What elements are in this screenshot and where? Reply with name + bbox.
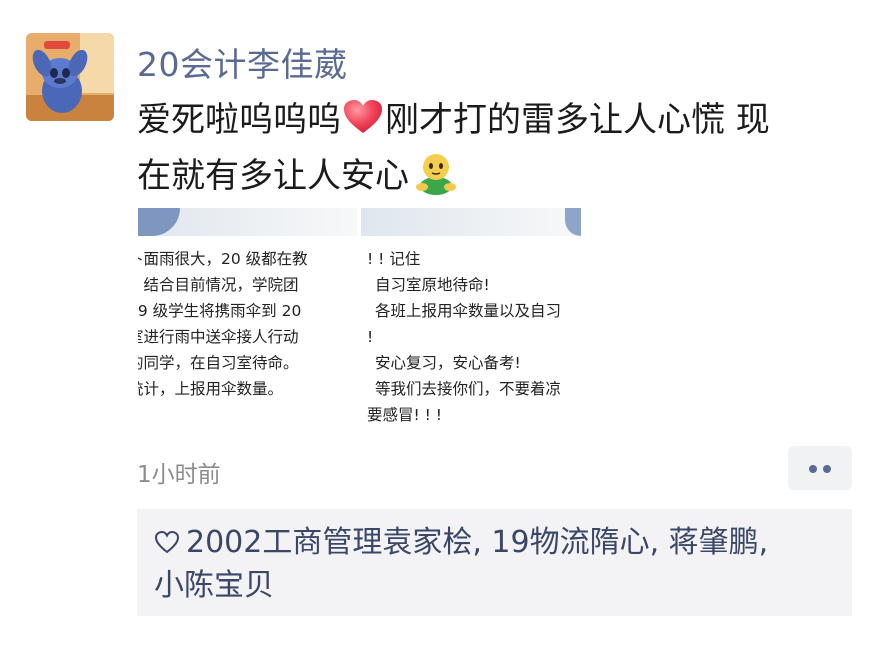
likes-line-1: 2002工商管理袁家桧, 19物流隋心, 蒋肇鹏, xyxy=(154,523,768,563)
post-image-1[interactable]: 卜面雨很大，20 级都在教 ，结合目前情况，学院团 19 级学生将携雨伞到 20… xyxy=(138,208,357,423)
likers-list[interactable]: 小陈宝贝 xyxy=(154,568,274,603)
image-text-line: ! ! 记住 xyxy=(367,250,421,268)
post-text-part: 在就有多让人安心 xyxy=(137,156,409,196)
red-heart-icon xyxy=(344,100,382,133)
image-top-band xyxy=(138,208,357,236)
green-blob-emoji-icon xyxy=(416,154,456,195)
post-text-part: 刚才打的雷多让人心慌 现 xyxy=(385,100,770,140)
image-text-line: 自习室原地待命! xyxy=(375,276,490,294)
more-dots-icon xyxy=(823,465,831,473)
image-text-line: 各班上报用伞数量以及自习 xyxy=(375,302,562,320)
moment-post: 20会计李佳葳 爱死啦呜呜呜 刚才打的雷多让人心慌 现 在就有多让人安心 卜面雨很… xyxy=(0,0,882,653)
likes-section: 2002工商管理袁家桧, 19物流隋心, 蒋肇鹏, 小陈宝贝 xyxy=(137,509,852,616)
heart-outline-icon xyxy=(154,530,180,554)
more-dots-icon xyxy=(809,465,817,473)
image-text-line: 的同学，在自习室待命。 xyxy=(138,354,299,372)
post-image-2[interactable]: ! ! 记住 自习室原地待命! 各班上报用伞数量以及自习 ! 安心复习，安心备考… xyxy=(361,208,581,423)
stitch-avatar-image xyxy=(26,33,114,121)
image-text-line: ，结合目前情况，学院团 xyxy=(138,276,299,294)
post-timestamp: 1小时前 xyxy=(137,462,221,488)
likes-line-2: 小陈宝贝 xyxy=(154,566,274,606)
avatar[interactable] xyxy=(26,33,114,121)
image-text-line: 等我们去接你们，不要着凉 xyxy=(375,380,562,398)
image-text-line: ! xyxy=(367,328,374,346)
image-text-line: 卜面雨很大，20 级都在教 xyxy=(138,250,308,268)
username[interactable]: 20会计李佳葳 xyxy=(137,38,348,86)
image-text-line: 统计，上报用伞数量。 xyxy=(138,380,284,398)
post-text-line-2: 在就有多让人安心 xyxy=(137,148,847,204)
post-text-line-1: 爱死啦呜呜呜 刚才打的雷多让人心慌 现 xyxy=(137,92,847,148)
image-text-line: 19 级学生将携雨伞到 20 xyxy=(138,302,302,320)
post-text: 爱死啦呜呜呜 刚才打的雷多让人心慌 现 在就有多让人安心 xyxy=(137,92,847,204)
post-text-part: 爱死啦呜呜呜 xyxy=(137,100,341,140)
likers-list[interactable]: 2002工商管理袁家桧, 19物流隋心, 蒋肇鹏, xyxy=(186,525,768,560)
more-options-button[interactable] xyxy=(788,446,852,490)
image-text-line: 要感冒! ! ! xyxy=(367,406,442,423)
image-text-line: 安心复习，安心备考! xyxy=(375,354,521,372)
image-2-text: ! ! 记住 自习室原地待命! 各班上报用伞数量以及自习 ! 安心复习，安心备考… xyxy=(367,246,581,423)
image-1-text: 卜面雨很大，20 级都在教 ，结合目前情况，学院团 19 级学生将携雨伞到 20… xyxy=(138,246,357,402)
image-text-line: 室进行雨中送伞接人行动 xyxy=(138,328,299,346)
image-top-band xyxy=(361,208,581,236)
